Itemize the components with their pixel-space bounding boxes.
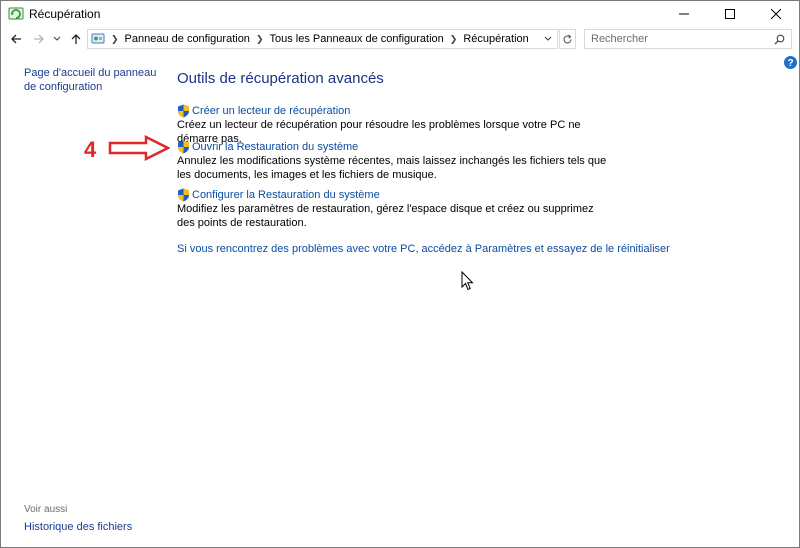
- up-button[interactable]: [68, 31, 84, 47]
- file-history-link[interactable]: Historique des fichiers: [24, 521, 132, 533]
- address-dropdown-icon[interactable]: [543, 34, 553, 44]
- maximize-button[interactable]: [707, 1, 753, 27]
- forward-button[interactable]: [31, 31, 47, 47]
- window-title: Récupération: [29, 7, 101, 21]
- breadcrumb-separator-icon: ❯: [255, 33, 264, 44]
- up-arrow-icon: [71, 34, 81, 44]
- navigation-bar: ❯ Panneau de configuration ❯ Tous les Pa…: [1, 28, 799, 52]
- search-input[interactable]: [584, 29, 792, 49]
- task-title-label: Créer un lecteur de récupération: [192, 105, 351, 117]
- task-description: Annulez les modifications système récent…: [177, 155, 607, 181]
- mouse-cursor-icon: [461, 271, 474, 291]
- breadcrumb-separator-icon: ❯: [449, 33, 458, 44]
- create-recovery-drive-link[interactable]: Créer un lecteur de récupération: [177, 104, 617, 118]
- recovery-icon: [8, 7, 24, 20]
- forward-arrow-icon: [34, 34, 44, 44]
- title-bar: Récupération: [1, 1, 799, 27]
- uac-shield-icon: [178, 140, 189, 154]
- close-button[interactable]: [753, 1, 799, 27]
- maximize-icon: [725, 9, 735, 19]
- step-number: 4: [84, 137, 97, 162]
- uac-shield-icon: [178, 188, 189, 202]
- task-title-label: Ouvrir la Restauration du système: [192, 141, 359, 153]
- page-title: Outils de récupération avancés: [177, 70, 384, 87]
- uac-shield-icon: [178, 104, 189, 118]
- task-configure-system-restore: Configurer la Restauration du système Mo…: [177, 188, 597, 230]
- refresh-icon: [563, 34, 572, 43]
- breadcrumb-control-panel[interactable]: Panneau de configuration: [125, 33, 250, 45]
- control-panel-home-link[interactable]: Page d'accueil du panneau de configurati…: [24, 66, 159, 94]
- red-arrow-icon: [108, 135, 170, 161]
- minimize-icon: [679, 13, 689, 15]
- reset-pc-link[interactable]: Si vous rencontrez des problèmes avec vo…: [177, 243, 670, 255]
- breadcrumb-separator-icon: ❯: [111, 33, 119, 44]
- close-icon: [771, 9, 781, 19]
- task-open-system-restore: Ouvrir la Restauration du système Annule…: [177, 140, 622, 182]
- help-icon[interactable]: ?: [784, 56, 797, 69]
- control-panel-icon: [91, 33, 105, 44]
- task-description: Modifiez les paramètres de restauration,…: [177, 203, 594, 229]
- refresh-button[interactable]: [559, 29, 576, 49]
- see-also-label: Voir aussi: [24, 504, 68, 515]
- control-panel-window: Récupération ❯ Panneau de configuration …: [0, 0, 800, 548]
- open-system-restore-link[interactable]: Ouvrir la Restauration du système: [177, 140, 622, 154]
- address-bar[interactable]: ❯ Panneau de configuration ❯ Tous les Pa…: [87, 29, 558, 49]
- breadcrumb-all-panels[interactable]: Tous les Panneaux de configuration: [269, 33, 443, 45]
- chevron-down-icon: [53, 36, 61, 41]
- configure-system-restore-link[interactable]: Configurer la Restauration du système: [177, 188, 597, 202]
- recent-locations-button[interactable]: [51, 31, 63, 47]
- minimize-button[interactable]: [661, 1, 707, 27]
- search-icon[interactable]: [774, 34, 785, 45]
- task-title-label: Configurer la Restauration du système: [192, 189, 380, 201]
- breadcrumb-recovery[interactable]: Récupération: [463, 33, 528, 45]
- svg-text:?: ?: [787, 58, 793, 69]
- back-arrow-icon: [11, 34, 21, 44]
- back-button[interactable]: [8, 31, 24, 47]
